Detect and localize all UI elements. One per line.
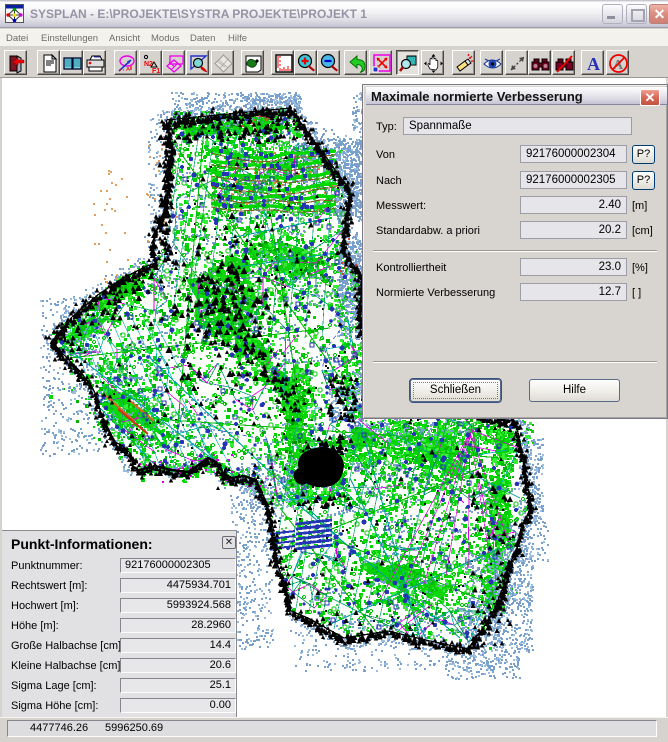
svg-text:F1: F1: [152, 68, 160, 74]
svg-text:A: A: [587, 54, 600, 74]
